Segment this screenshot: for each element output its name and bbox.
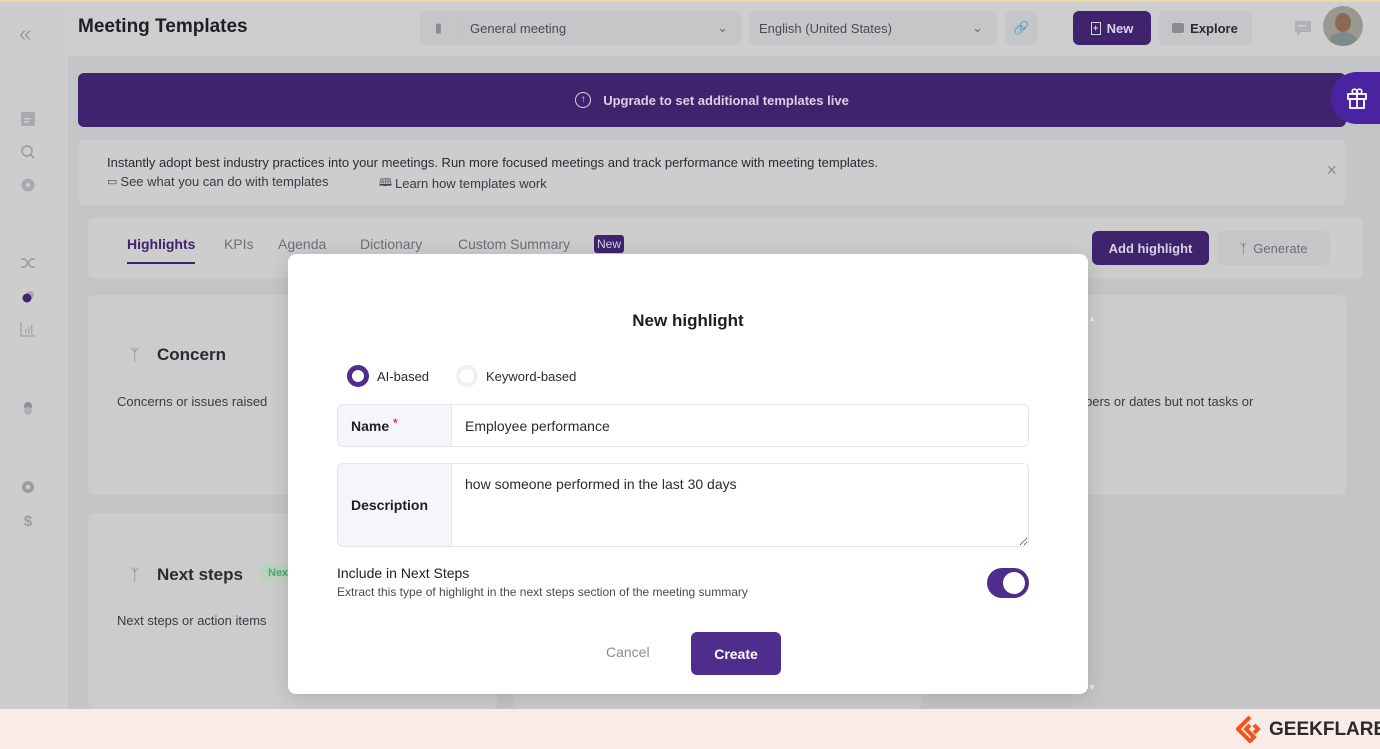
recordings-icon[interactable]	[19, 176, 37, 194]
new-doc-icon: +	[1090, 21, 1101, 35]
explore-button[interactable]: Explore	[1158, 11, 1252, 45]
sidebar: « $	[0, 2, 68, 709]
briefcase-icon	[1172, 23, 1185, 33]
see-templates-link[interactable]: ▭ See what you can do with templates	[107, 174, 329, 189]
include-next-steps-toggle[interactable]	[987, 568, 1029, 598]
toggle-knob	[1003, 572, 1025, 594]
tab-dictionary[interactable]: Dictionary	[360, 236, 422, 252]
description-label: Description	[338, 464, 452, 546]
dialog-title: New highlight	[632, 311, 744, 330]
upgrade-text: Upgrade to set additional templates live	[603, 92, 849, 108]
upgrade-banner[interactable]: ↑ Upgrade to set additional templates li…	[78, 73, 1346, 127]
tab-highlights[interactable]: Highlights	[127, 236, 196, 264]
info-text: Instantly adopt best industry practices …	[107, 155, 878, 170]
card-title: Next steps	[157, 565, 243, 584]
chevron-down-icon: ⌄	[972, 20, 983, 35]
tab-custom-summary[interactable]: Custom Summary	[458, 236, 570, 252]
meetings-icon[interactable]	[19, 110, 37, 128]
new-button[interactable]: + New	[1073, 11, 1151, 45]
book-icon: 🕮	[379, 177, 392, 189]
tab-kpis[interactable]: KPIs	[224, 236, 254, 252]
gift-icon	[1347, 88, 1367, 109]
geekflare-wordmark: GEEKFLARE	[1269, 719, 1380, 740]
scroll-down-icon[interactable]: ▼	[1088, 683, 1096, 692]
watermark-bar: GEEKFLARE	[0, 709, 1380, 749]
scroll-up-icon[interactable]: ▲	[1088, 314, 1096, 323]
template-select[interactable]: ▮ General meeting ⌄	[420, 11, 742, 45]
card-description: bers or dates but not tasks or	[1085, 394, 1254, 409]
add-highlight-button[interactable]: Add highlight	[1092, 231, 1209, 265]
close-icon[interactable]: ×	[1326, 160, 1337, 181]
page-title: Meeting Templates	[78, 16, 248, 37]
new-highlight-dialog: New highlight AI-based Keyword-based Nam…	[288, 254, 1088, 694]
bookmark-icon: ▮	[420, 11, 458, 45]
geekflare-logo-icon	[1236, 715, 1261, 743]
language-select-value: English (United States)	[759, 20, 892, 36]
radio-label: AI-based	[377, 368, 430, 384]
template-select-value: General meeting	[470, 20, 567, 36]
include-next-steps-title: Include in Next Steps	[337, 565, 470, 581]
collapse-sidebar-icon[interactable]: «	[19, 23, 37, 45]
radio-selected-icon	[347, 365, 369, 387]
name-label: Name *	[338, 405, 452, 446]
card-title: Concern	[157, 345, 226, 364]
learn-templates-link[interactable]: 🕮 Learn how templates work	[379, 174, 547, 193]
shuffle-icon[interactable]	[19, 254, 37, 272]
generate-label: Generate	[1253, 240, 1308, 256]
chevron-down-icon: ⌄	[717, 20, 728, 35]
radio-label: Keyword-based	[486, 368, 577, 384]
card-description: Concerns or issues raised	[117, 394, 268, 409]
link-text: See what you can do with templates	[120, 174, 329, 189]
info-panel: Instantly adopt best industry practices …	[78, 140, 1346, 205]
link-icon[interactable]: 🔗	[1005, 11, 1038, 45]
upgrade-arrow-icon: ↑	[575, 92, 592, 108]
new-badge: New	[594, 235, 625, 253]
gift-button[interactable]	[1331, 72, 1380, 124]
branch-icon: ᛉ	[130, 347, 140, 364]
search-icon[interactable]	[19, 143, 37, 161]
label-text: Name	[351, 417, 390, 434]
card-description: Next steps or action items	[117, 613, 267, 628]
description-input[interactable]: how someone performed in the last 30 day…	[452, 464, 1028, 546]
link-text: Learn how templates work	[394, 176, 547, 191]
analytics-icon[interactable]	[19, 320, 37, 338]
name-input[interactable]	[452, 405, 1028, 446]
description-field: Description how someone performed in the…	[337, 463, 1029, 547]
create-button[interactable]: Create	[691, 632, 781, 675]
include-next-steps-description: Extract this type of highlight in the ne…	[337, 585, 748, 599]
branch-icon: ᛉ	[1239, 240, 1248, 256]
generate-button[interactable]: ᛉ Generate	[1217, 231, 1330, 265]
new-label: New	[1106, 20, 1134, 36]
radio-unselected-icon	[456, 365, 478, 387]
required-mark: *	[393, 416, 398, 430]
radio-ai-based[interactable]: AI-based	[347, 365, 429, 387]
explore-label: Explore	[1190, 20, 1238, 36]
gear-icon[interactable]	[19, 478, 37, 496]
feedback-icon[interactable]	[1293, 19, 1313, 39]
name-field: Name *	[337, 404, 1029, 447]
team-icon[interactable]	[19, 399, 37, 417]
templates-icon[interactable]	[19, 288, 37, 306]
monitor-icon: ▭	[107, 176, 118, 188]
cancel-button[interactable]: Cancel	[606, 644, 650, 660]
language-select[interactable]: English (United States) ⌄	[749, 11, 997, 45]
billing-icon[interactable]: $	[19, 513, 37, 531]
tab-agenda[interactable]: Agenda	[278, 236, 326, 252]
user-avatar[interactable]	[1323, 6, 1363, 46]
radio-keyword-based[interactable]: Keyword-based	[456, 365, 576, 387]
branch-icon: ᛉ	[130, 567, 140, 584]
